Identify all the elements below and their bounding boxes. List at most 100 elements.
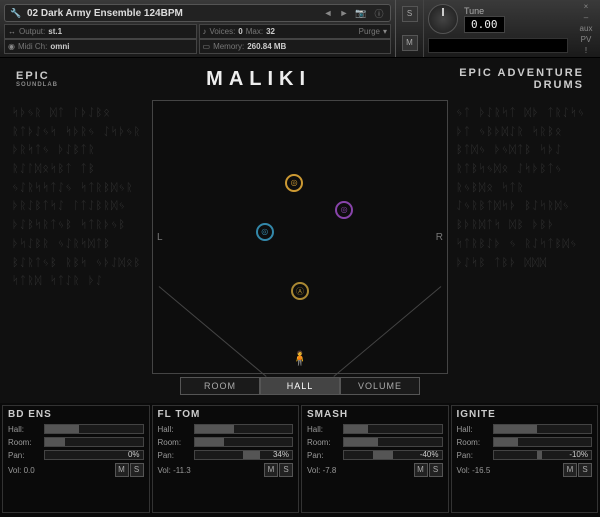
- voices-row: ♪ Voices: 0 Max: 32 Purge ▾: [199, 24, 392, 39]
- source-node-1[interactable]: ◎: [285, 174, 303, 192]
- brand-epic: EPIC: [16, 70, 50, 82]
- channel-1: FL TOMHall:Room:Pan:34%Vol: -11.3MS: [152, 405, 300, 513]
- next-preset-button[interactable]: ►: [338, 8, 350, 18]
- hall-label: Hall:: [158, 425, 190, 434]
- room-label: Room:: [307, 438, 339, 447]
- pv-button[interactable]: PV: [581, 35, 592, 44]
- main-panel: EPIC SOUNDLAB MALIKI EPIC ADVENTURE DRUM…: [0, 58, 600, 403]
- ch-mute-button[interactable]: M: [563, 463, 577, 477]
- room-slider[interactable]: [493, 437, 593, 447]
- channel-3: IGNITEHall:Room:Pan:-10%Vol: -16.5MS: [451, 405, 599, 513]
- room-slider[interactable]: [194, 437, 294, 447]
- ch-solo-button[interactable]: S: [130, 463, 144, 477]
- purge-button[interactable]: Purge: [359, 27, 380, 36]
- glyph-left: ᛋᚦᛃᚱ ᛞᛏ ᛚᚦᛇᛒᛟ ᚱᛏᚦᛇᛃᛋ ᛋᚦᚱᛃ ᛇᛋᚦᛃᚱ ᚦᚱᛋᛏᛃ ᚦᛇ…: [8, 100, 148, 374]
- diag-line-left: [159, 286, 267, 377]
- channel-name: BD ENS: [8, 409, 144, 420]
- topbar-right: S M Tune 0.00 × – aux PV !: [395, 0, 600, 57]
- mute-button[interactable]: M: [402, 35, 418, 51]
- voices-value: 0: [238, 27, 242, 36]
- vol-label: Vol: 0.0: [8, 466, 35, 475]
- tab-hall[interactable]: HALL: [260, 377, 340, 395]
- room-label: Room:: [8, 438, 40, 447]
- solo-button[interactable]: S: [402, 6, 418, 22]
- pan-slider[interactable]: -10%: [493, 450, 593, 460]
- memory-icon: ▭: [203, 42, 211, 51]
- tab-volume[interactable]: VOLUME: [340, 377, 420, 395]
- hall-slider[interactable]: [493, 424, 593, 434]
- vol-label: Vol: -16.5: [457, 466, 491, 475]
- tune-knob[interactable]: [428, 4, 458, 34]
- pan-label: Pan:: [8, 451, 40, 460]
- topbar-left: 🔧 02 Dark Army Ensemble 124BPM ◄ ► 📷 ⓘ ↔…: [0, 0, 395, 57]
- brand-right: EPIC ADVENTURE DRUMS: [459, 67, 584, 91]
- midi-icon: ◉: [8, 42, 15, 51]
- max-value[interactable]: 32: [266, 27, 275, 36]
- hall-label: Hall:: [307, 425, 339, 434]
- glyph-right: ᛃᛏ ᚦᛇᚱᛋᛏ ᛞᚦ ᛏᚱᛇᛋᛃ ᚦᛏ ᛃᛒᚦᛞᛇᚱ ᛋᚱᛒᛟ ᛒᛏᛞᛃ ᚦᛃ…: [452, 100, 592, 374]
- hall-slider[interactable]: [343, 424, 443, 434]
- info-icon[interactable]: ⓘ: [372, 7, 386, 20]
- midi-label: Midi Ch:: [18, 42, 47, 51]
- pan-slider[interactable]: 34%: [194, 450, 294, 460]
- left-label: L: [157, 232, 163, 243]
- pan-label: Pan:: [158, 451, 190, 460]
- room-slider[interactable]: [44, 437, 144, 447]
- top-bar: 🔧 02 Dark Army Ensemble 124BPM ◄ ► 📷 ⓘ ↔…: [0, 0, 600, 58]
- pan-slider[interactable]: 0%: [44, 450, 144, 460]
- chevron-down-icon[interactable]: ▾: [383, 27, 387, 36]
- hall-label: Hall:: [8, 425, 40, 434]
- snapshot-icon[interactable]: 📷: [354, 8, 368, 19]
- tune-label: Tune: [464, 6, 505, 16]
- source-node-4[interactable]: Ⓐ: [291, 282, 309, 300]
- close-icon[interactable]: ×: [584, 2, 589, 11]
- minimize-icon[interactable]: –: [584, 13, 588, 22]
- ch-solo-button[interactable]: S: [429, 463, 443, 477]
- tune-value[interactable]: 0.00: [464, 16, 505, 33]
- level-meter: [428, 38, 568, 53]
- source-node-3[interactable]: ◎: [256, 223, 274, 241]
- brand-row: EPIC SOUNDLAB MALIKI EPIC ADVENTURE DRUM…: [8, 58, 592, 100]
- prev-preset-button[interactable]: ◄: [322, 8, 334, 18]
- brand-left: EPIC SOUNDLAB: [16, 70, 58, 88]
- memory-value: 260.84 MB: [247, 42, 286, 51]
- output-label: Output:: [19, 27, 45, 36]
- tab-room[interactable]: ROOM: [180, 377, 260, 395]
- memory-row: ▭ Memory: 260.84 MB: [199, 39, 392, 54]
- output-value: st.1: [48, 27, 62, 36]
- room-label: Room:: [158, 438, 190, 447]
- brand-soundlab: SOUNDLAB: [16, 82, 58, 88]
- ch-mute-button[interactable]: M: [115, 463, 129, 477]
- output-selector[interactable]: ↔ Output: st.1: [4, 24, 197, 39]
- ch-solo-button[interactable]: S: [578, 463, 592, 477]
- route-icon: ↔: [8, 27, 16, 36]
- preset-selector[interactable]: 🔧 02 Dark Army Ensemble 124BPM ◄ ► 📷 ⓘ: [4, 4, 391, 22]
- hall-label: Hall:: [457, 425, 489, 434]
- listener-icon: 🧍: [291, 350, 308, 367]
- room-label: Room:: [457, 438, 489, 447]
- hall-slider[interactable]: [194, 424, 294, 434]
- system-buttons: × – aux PV !: [572, 0, 600, 57]
- voices-icon: ♪: [203, 27, 207, 36]
- ch-solo-button[interactable]: S: [279, 463, 293, 477]
- voices-label: Voices:: [210, 27, 236, 36]
- source-node-2[interactable]: ◎: [335, 201, 353, 219]
- ch-mute-button[interactable]: M: [264, 463, 278, 477]
- channel-strip-row: BD ENSHall:Room:Pan:0%Vol: 0.0MSFL TOMHa…: [0, 403, 600, 515]
- tabs: ROOM HALL VOLUME: [8, 377, 592, 395]
- mid-area: ᛋᚦᛃᚱ ᛞᛏ ᛚᚦᛇᛒᛟ ᚱᛏᚦᛇᛃᛋ ᛋᚦᚱᛃ ᛇᛋᚦᛃᚱ ᚦᚱᛋᛏᛃ ᚦᛇ…: [8, 100, 592, 374]
- hall-slider[interactable]: [44, 424, 144, 434]
- tune-area: Tune 0.00: [424, 0, 572, 57]
- aux-button[interactable]: aux: [580, 24, 593, 33]
- midi-value: omni: [50, 42, 69, 51]
- surround-pad[interactable]: L R ◎ ◎ ◎ Ⓐ 🧍: [152, 100, 448, 374]
- pan-slider[interactable]: -40%: [343, 450, 443, 460]
- midi-channel-selector[interactable]: ◉ Midi Ch: omni: [4, 39, 197, 54]
- room-slider[interactable]: [343, 437, 443, 447]
- alert-icon[interactable]: !: [585, 46, 587, 55]
- memory-label: Memory:: [213, 42, 244, 51]
- diag-line-right: [334, 286, 442, 377]
- channel-name: SMASH: [307, 409, 443, 420]
- preset-name: 02 Dark Army Ensemble 124BPM: [27, 8, 318, 19]
- ch-mute-button[interactable]: M: [414, 463, 428, 477]
